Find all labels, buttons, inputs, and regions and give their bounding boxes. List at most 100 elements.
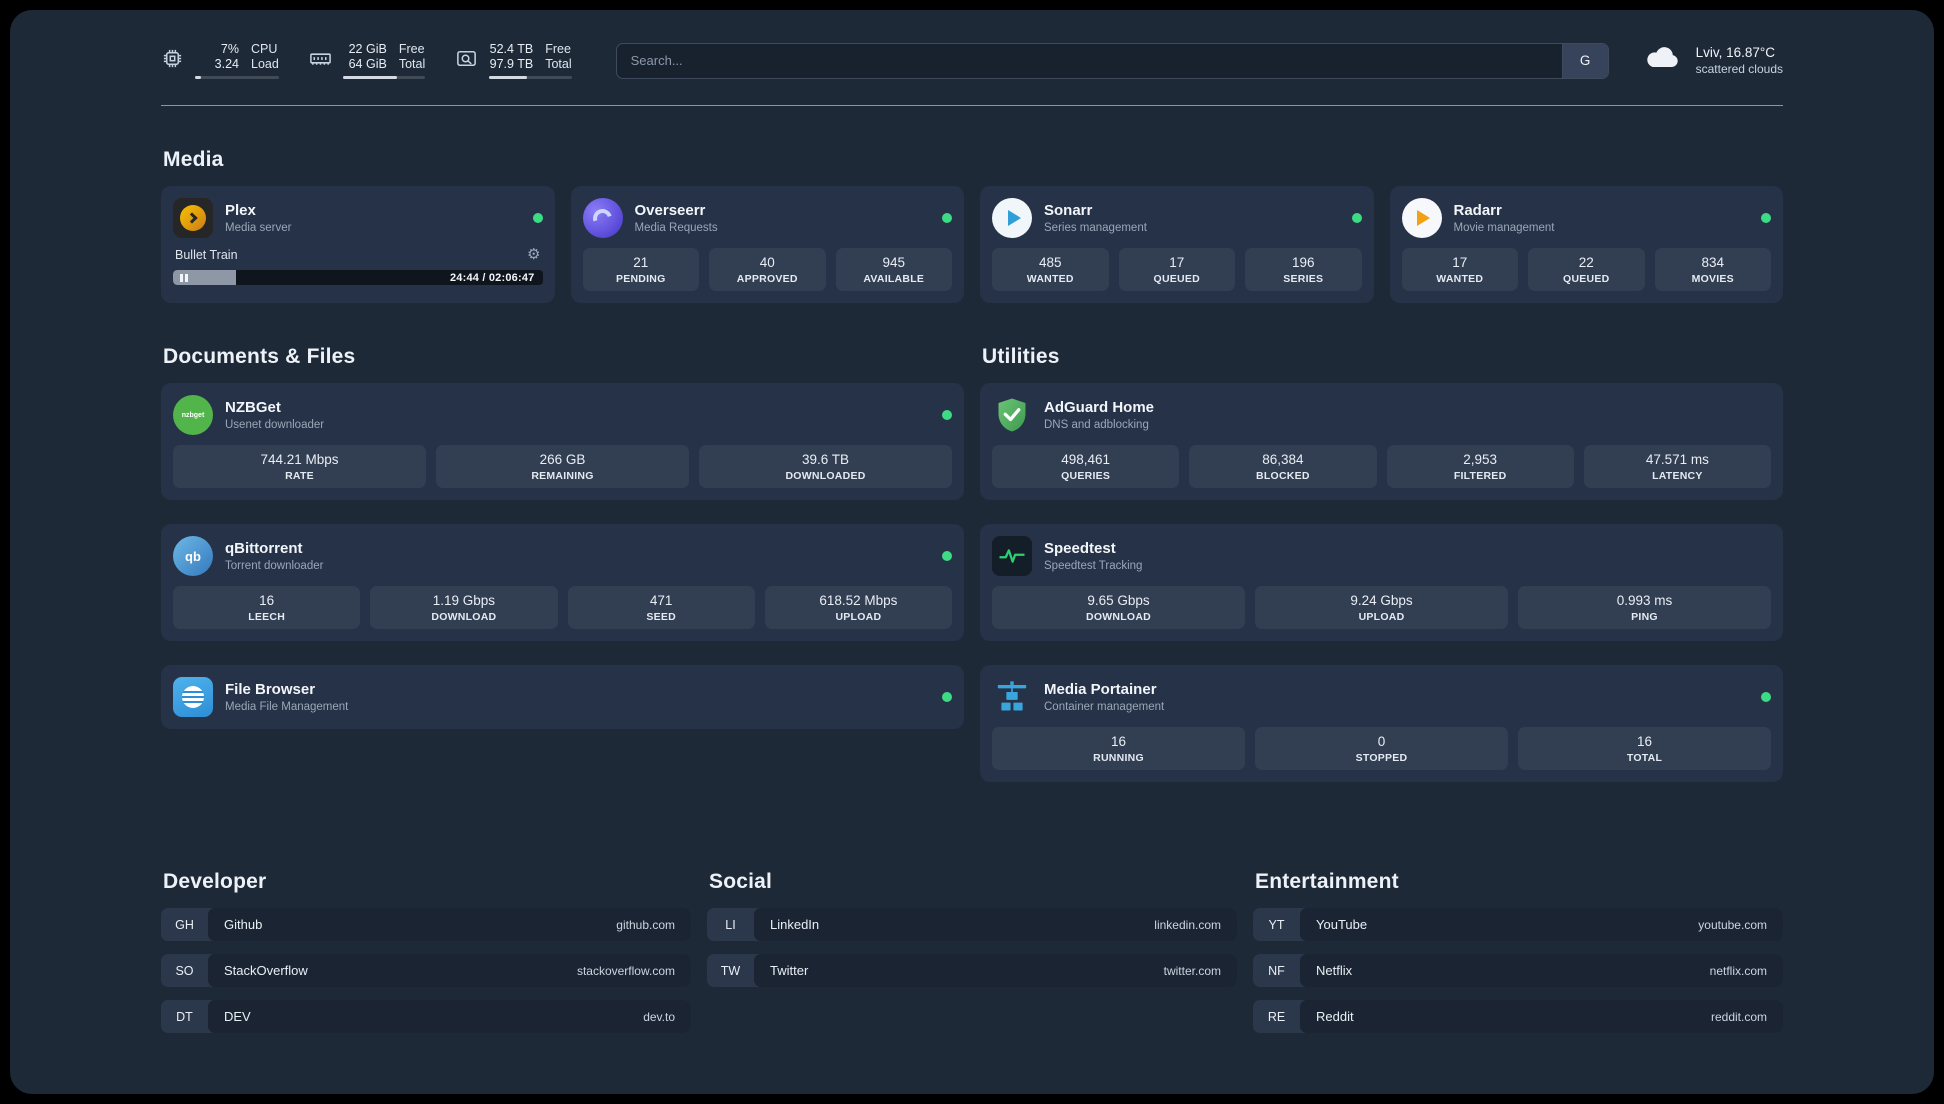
playback-progress-bar[interactable]: 24:44 / 02:06:47 [173,270,543,285]
service-title: Overseerr [634,202,706,219]
status-dot [1761,692,1771,702]
status-dot [942,410,952,420]
bookmark-abbr: LI [725,917,736,932]
ram-total-value: 64 GiB [348,57,387,71]
stat-block: 16 RUNNING [992,727,1245,770]
qbittorrent-icon: qb [173,536,213,576]
stat-block: 16 LEECH [173,586,361,629]
service-card-overseerr[interactable]: Overseerr Media Requests 21 PENDING 40 A… [570,186,964,303]
service-card-filebrowser[interactable]: File Browser Media File Management [161,665,964,729]
bookmark-url: netflix.com [1709,963,1767,978]
disk-icon [455,42,478,75]
service-title: File Browser [225,681,316,698]
service-card-plex[interactable]: Plex Media server Bullet Train ⚙ 24:44 /… [161,186,555,303]
bookmark-linkedin[interactable]: LI LinkedIn linkedin.com [707,908,1237,941]
stat-block: 0.993 ms PING [1518,586,1771,629]
playback-time: 24:44 / 02:06:47 [449,271,535,284]
cpu-load-label: Load [251,57,279,71]
stat-block: 618.52 Mbps UPLOAD [764,586,952,629]
stat-block: 196 SERIES [1245,248,1362,291]
stat-block: 266 GB REMAINING [436,445,689,488]
service-card-sonarr[interactable]: Sonarr Series management 485 WANTED 17 Q… [980,186,1374,303]
bookmark-abbr: DT [176,1009,193,1024]
search-bar[interactable]: G [615,42,1609,79]
ram-free-value: 22 GiB [348,42,387,56]
service-card-qbittorrent[interactable]: qb qBittorrent Torrent downloader 16 LEE… [161,524,964,641]
bookmark-twitter[interactable]: TW Twitter twitter.com [707,954,1237,987]
status-dot [942,551,952,561]
stat-block: 9.24 Gbps UPLOAD [1255,586,1508,629]
stat-block: 471 SEED [567,586,755,629]
service-title: AdGuard Home [1044,399,1155,416]
bookmark-url: linkedin.com [1154,917,1221,932]
service-card-radarr[interactable]: Radarr Movie management 17 WANTED 22 QUE… [1389,186,1783,303]
stat-block: 834 MOVIES [1654,248,1771,291]
disk-total-label: Total [545,57,572,71]
stat-block: 2,953 FILTERED [1386,445,1574,488]
service-card-nzbget[interactable]: nzbget NZBGet Usenet downloader 744.21 M… [161,383,964,500]
adguard-shield-icon [992,395,1032,435]
media-card-grid: Plex Media server Bullet Train ⚙ 24:44 /… [161,186,1783,303]
weather-location-temp: Lviv, 16.87°C [1695,45,1776,60]
bookmark-name: YouTube [1316,917,1368,932]
disk-widget: 52.4 TB Free 97.9 TB Total [455,42,572,79]
radarr-icon [1401,198,1442,238]
stat-block: 945 AVAILABLE [835,248,952,291]
service-subtitle: Media server [225,222,292,234]
stat-block: 17 QUEUED [1118,248,1235,291]
ram-widget: 22 GiB Free 64 GiB Total [309,42,426,79]
stat-block: 498,461 QUERIES [992,445,1180,488]
settings-gear-icon[interactable]: ⚙ [527,247,540,262]
service-card-speedtest[interactable]: Speedtest Speedtest Tracking 9.65 Gbps D… [980,524,1783,641]
bookmark-dev[interactable]: DT DEV dev.to [161,1000,691,1033]
stat-block: 17 WANTED [1401,248,1518,291]
disk-usage-bar [489,76,572,79]
bookmark-reddit[interactable]: RE Reddit reddit.com [1253,1000,1783,1033]
section-heading-developer: Developer [163,870,267,893]
status-dot [942,213,952,223]
ram-icon [309,42,332,75]
filebrowser-icon [173,677,213,717]
section-heading-media: Media [163,148,224,171]
overseerr-icon [582,198,623,238]
service-subtitle: Media Requests [634,222,718,234]
bookmark-abbr: GH [175,917,194,932]
section-heading-entertainment: Entertainment [1255,870,1399,893]
bookmark-name: StackOverflow [224,963,308,978]
search-input[interactable] [616,43,1562,78]
service-card-portainer[interactable]: Media Portainer Container management 16 … [980,665,1783,782]
bookmark-abbr: NF [1268,963,1285,978]
stat-block: 1.19 Gbps DOWNLOAD [370,586,558,629]
stat-block: 21 PENDING [582,248,699,291]
bookmark-youtube[interactable]: YT YouTube youtube.com [1253,908,1783,941]
bookmark-netflix[interactable]: NF Netflix netflix.com [1253,954,1783,987]
pause-icon[interactable] [180,273,188,282]
service-subtitle: Usenet downloader [225,419,325,431]
status-dot [532,213,543,223]
service-title: Plex [225,202,256,219]
service-title: qBittorrent [225,540,303,557]
search-engine-button[interactable]: G [1561,43,1608,78]
service-card-adguard[interactable]: AdGuard Home DNS and adblocking 498,461 … [980,383,1783,500]
cpu-percent: 7% [220,42,239,56]
weather-condition: scattered clouds [1695,62,1783,76]
cpu-icon [161,42,184,75]
section-heading-documents: Documents & Files [163,345,356,368]
disk-free-value: 52.4 TB [489,42,534,56]
service-title: Media Portainer [1044,681,1157,698]
bookmark-stackoverflow[interactable]: SO StackOverflow stackoverflow.com [161,954,691,987]
bookmark-url: youtube.com [1698,917,1767,932]
topbar: 7% CPU 3.24 Load 22 GiB Free 64 GiB Tota… [161,42,1783,79]
section-heading-social: Social [709,870,773,893]
cloud-icon [1643,44,1683,77]
dashboard-page: 7% CPU 3.24 Load 22 GiB Free 64 GiB Tota… [10,10,1934,1094]
cpu-load-value: 3.24 [214,57,239,71]
speedtest-icon [992,536,1032,576]
cpu-usage-bar [195,76,279,79]
weather-widget[interactable]: Lviv, 16.87°C scattered clouds [1643,44,1783,77]
bookmark-github[interactable]: GH Github github.com [161,908,691,941]
now-playing-title: Bullet Train [175,247,238,262]
bookmark-name: Reddit [1316,1009,1354,1024]
stat-block: 86,384 BLOCKED [1189,445,1377,488]
status-dot [1761,213,1771,223]
